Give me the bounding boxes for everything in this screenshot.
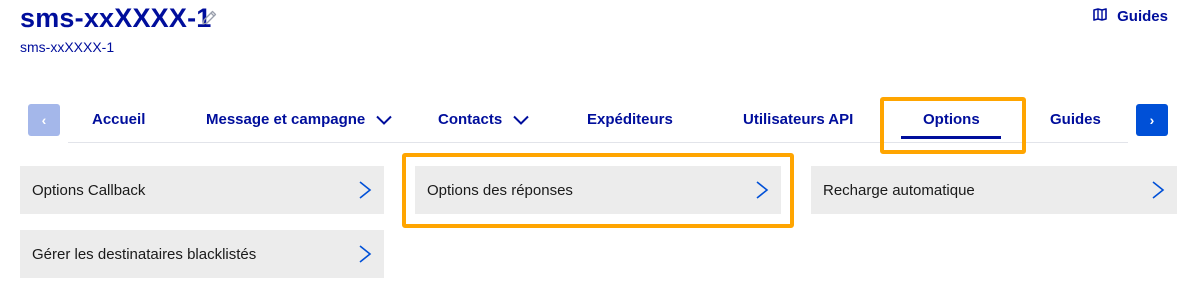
tab-accueil[interactable]: Accueil (92, 111, 145, 128)
guides-link[interactable]: Guides (1093, 8, 1168, 25)
tab-contacts[interactable]: Contacts (438, 111, 529, 128)
tab-label: Message et campagne (206, 111, 366, 128)
tab-label: Options (923, 111, 980, 128)
guides-link-label: Guides (1117, 8, 1168, 25)
chevron-right-icon (359, 181, 372, 199)
page-title: sms-xxXXXX-1 (20, 3, 212, 33)
tab-label: Accueil (92, 111, 146, 128)
tile-label: Recharge automatique (823, 181, 975, 199)
blacklist-recipients-tile[interactable]: Gérer les destinataires blacklistés (20, 230, 384, 278)
options-callback-tile[interactable]: Options Callback (20, 166, 384, 214)
chevron-right-icon (359, 245, 372, 263)
tile-label: Options Callback (32, 181, 146, 199)
tile-label: Gérer les destinataires blacklistés (32, 245, 257, 263)
chevron-down-icon (513, 115, 529, 125)
tab-label: Guides (1050, 111, 1101, 128)
tab-utilisateurs-api[interactable]: Utilisateurs API (743, 111, 853, 128)
tab-label: Contacts (438, 111, 503, 128)
active-tab-indicator (901, 136, 1001, 139)
tabs-prev-button[interactable]: ‹ (28, 104, 60, 136)
tab-label: Expéditeurs (587, 111, 673, 128)
chevron-right-icon (1152, 181, 1165, 199)
options-reponses-tile[interactable]: Options des réponses (415, 166, 781, 214)
tab-label: Utilisateurs API (743, 111, 854, 128)
tab-expediteurs[interactable]: Expéditeurs (587, 111, 673, 128)
service-subtitle: sms-xxXXXX-1 (20, 39, 115, 55)
tabs-next-button[interactable]: › (1136, 104, 1168, 136)
book-icon (1093, 8, 1107, 25)
chevron-down-icon (376, 115, 392, 125)
tab-message-et-campagne[interactable]: Message et campagne (206, 111, 392, 128)
tab-guides[interactable]: Guides (1050, 111, 1101, 128)
chevron-right-icon (756, 181, 769, 199)
tab-options[interactable]: Options (923, 111, 980, 128)
chevron-right-icon: › (1149, 112, 1155, 128)
tile-label: Options des réponses (427, 181, 573, 199)
chevron-left-icon: ‹ (41, 112, 47, 128)
recharge-automatique-tile[interactable]: Recharge automatique (811, 166, 1177, 214)
pencil-icon[interactable] (200, 9, 218, 27)
